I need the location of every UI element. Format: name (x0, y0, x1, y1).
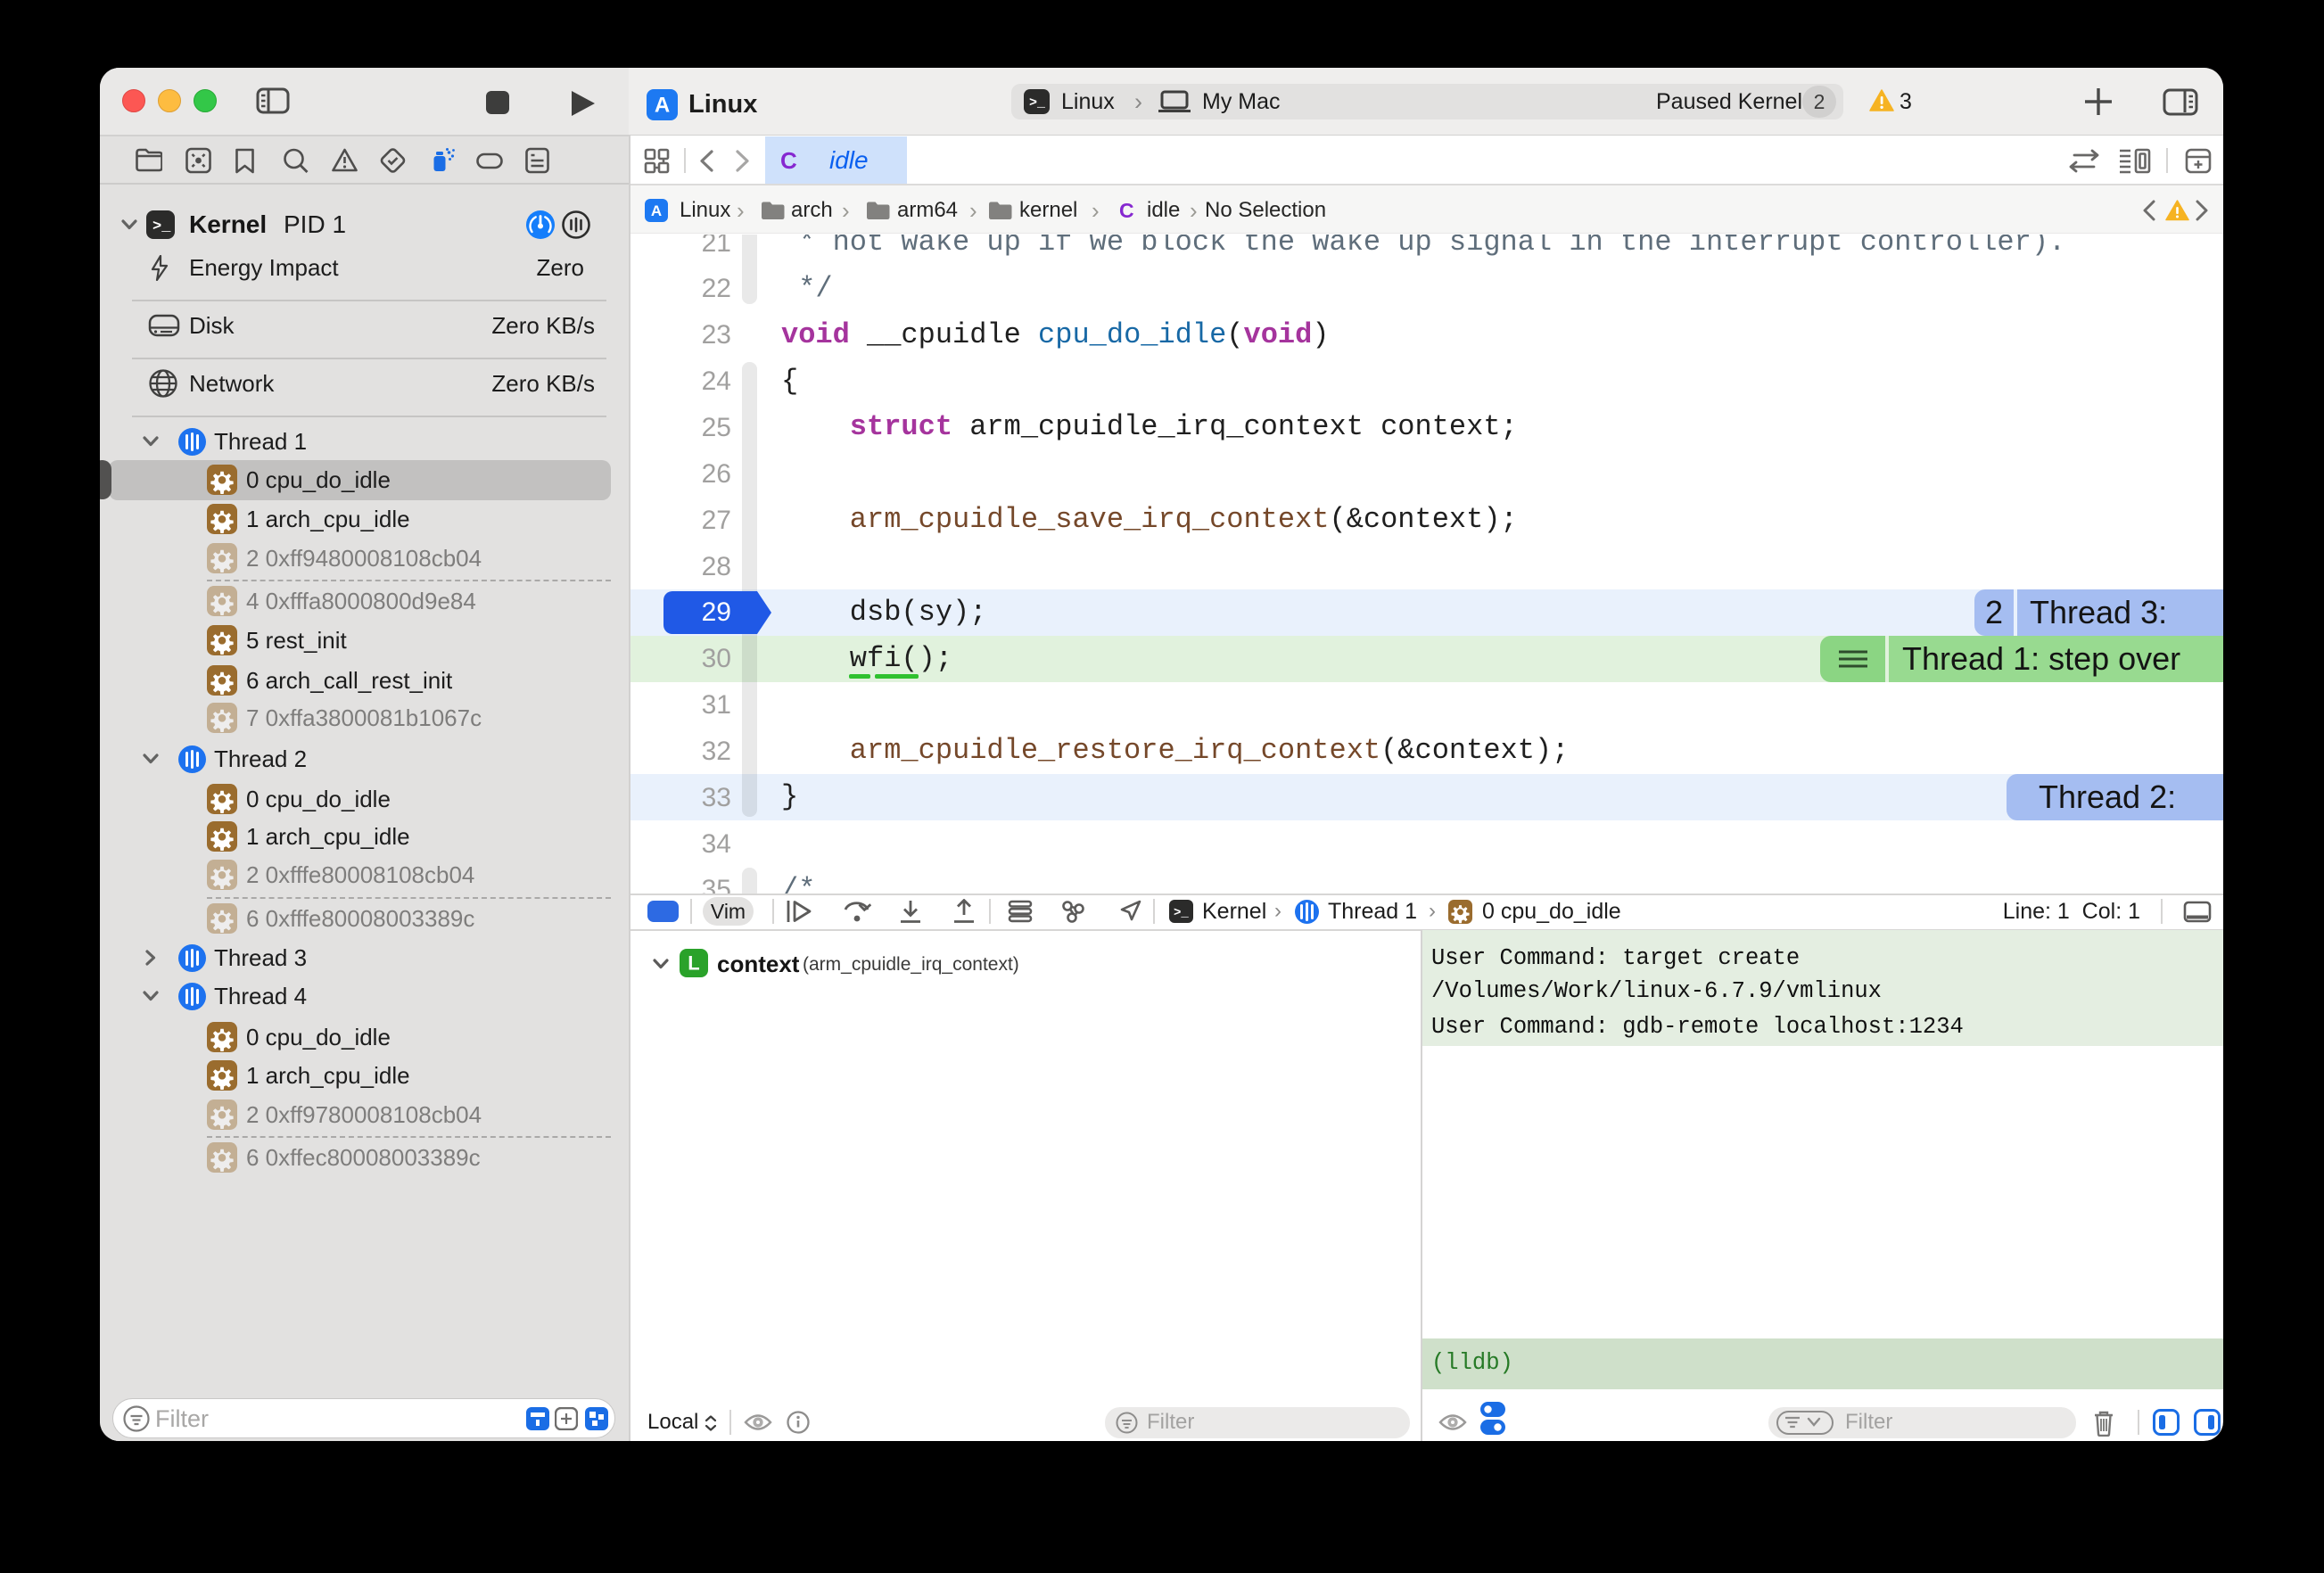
svg-text:A: A (655, 94, 670, 118)
svg-text:L: L (688, 952, 699, 975)
svg-text:>_: >_ (1174, 906, 1189, 920)
svg-text:>_: >_ (152, 218, 171, 235)
svg-text:>_: >_ (1029, 95, 1046, 111)
svg-text:A: A (651, 202, 662, 219)
